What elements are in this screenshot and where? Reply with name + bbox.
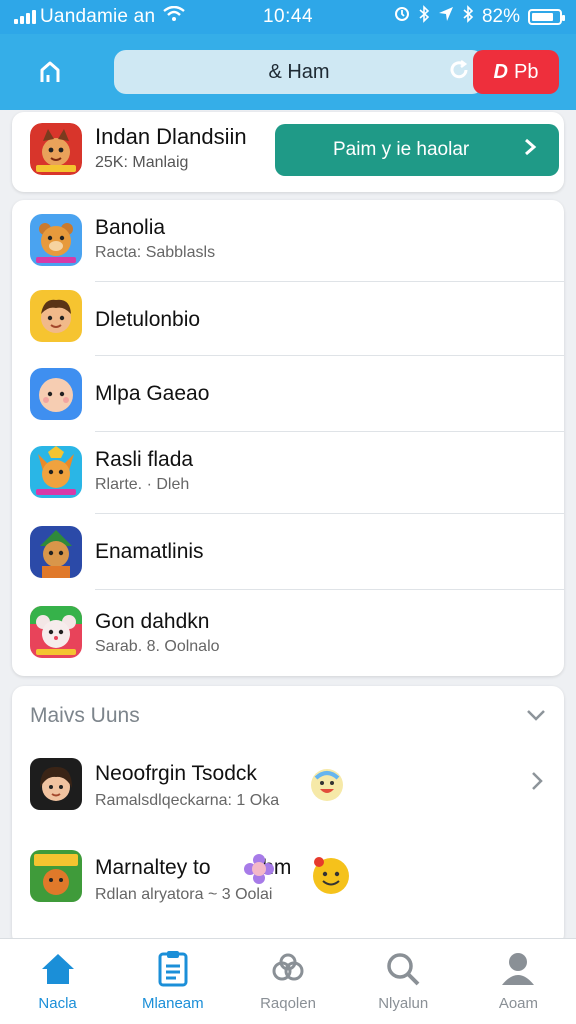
- cta-label: Paim y ie haolar: [333, 139, 470, 160]
- section-card: Maivs Uuns Neoofrgin Tsodck Ramalsdlqeck…: [12, 686, 564, 946]
- battery-percent: 82%: [481, 6, 520, 27]
- item-title-main: Marnaltey to: [95, 856, 211, 879]
- game-title: Gon dahdkn: [95, 610, 210, 633]
- warrior-icon: [30, 526, 82, 578]
- red-button-symbol: D: [493, 60, 508, 83]
- chevron-down-icon: [527, 710, 545, 721]
- refresh-button[interactable]: [446, 58, 472, 84]
- nav-search[interactable]: Nlyalun: [346, 939, 461, 1024]
- signal-icon: [14, 10, 36, 24]
- bluetooth-icon: [462, 5, 474, 29]
- clipboard-icon: [158, 951, 188, 987]
- featured-card: Indan Dlandsiin 25K: Manlaig Paim y ie h…: [12, 112, 564, 192]
- game-title: Mlpa Gaeao: [95, 382, 210, 405]
- nav-label: Nacla: [38, 995, 77, 1012]
- bottom-navigation: Nacla Mlaneam Raqolen Nlyalun Aoam: [0, 938, 576, 1024]
- collapse-button[interactable]: [526, 702, 546, 728]
- people-icon: [272, 953, 304, 981]
- red-button-label: Pb: [513, 60, 539, 83]
- game-title: Dletulonbio: [95, 308, 201, 331]
- item-subtitle: Ramalsdlqeckarna: 1 Oka: [95, 792, 280, 809]
- chevron-right-icon: [523, 136, 537, 164]
- nav-label: Mlaneam: [141, 995, 204, 1012]
- smiley-emoji-icon: [313, 857, 349, 894]
- nav-label: Aoam: [498, 995, 538, 1012]
- game-title: Rasli flada: [95, 448, 194, 471]
- red-action-button[interactable]: D Pb: [473, 50, 559, 94]
- list-item[interactable]: Mlpa Gaeao: [12, 356, 564, 432]
- nav-profile[interactable]: Aoam: [461, 939, 576, 1024]
- game-subtitle: Rlarte. · Dleh: [95, 476, 190, 493]
- bluetooth-icon: [418, 5, 430, 29]
- flower-icon: [244, 854, 274, 884]
- list-item[interactable]: Enamatlinis: [12, 514, 564, 590]
- frog-icon: [30, 850, 82, 902]
- featured-cta-button[interactable]: Paim y ie haolar: [275, 124, 559, 176]
- list-item[interactable]: Marnaltey to hm Rdlan alryatora ~ 3 Oola…: [12, 836, 564, 916]
- profile-icon: [502, 953, 535, 985]
- home-outline-icon: [40, 61, 60, 82]
- games-list: Banolia Racta: Sabblasls Dletulonbio Mlp…: [12, 200, 564, 676]
- status-bar: Uandamie an 10:44 82%: [0, 0, 576, 34]
- refresh-icon: [450, 60, 468, 79]
- nav-people[interactable]: Raqolen: [230, 939, 345, 1024]
- list-item[interactable]: Neoofrgin Tsodck Ramalsdlqeckarna: 1 Oka: [12, 748, 564, 828]
- chevron-right-icon[interactable]: [530, 770, 544, 799]
- item-title: Neoofrgin Tsodck: [95, 762, 257, 785]
- list-item[interactable]: Rasli flada Rlarte. · Dleh: [12, 432, 564, 514]
- boy-icon: [30, 290, 82, 342]
- section-title: Maivs Uuns: [30, 704, 140, 727]
- game-subtitle: Racta: Sabblasls: [95, 244, 216, 261]
- game-subtitle: Sarab. 8. Oolnalo: [95, 638, 220, 655]
- mouse-icon: [30, 606, 82, 658]
- game-title: Enamatlinis: [95, 540, 204, 563]
- location-icon: [438, 6, 454, 28]
- home-icon: [41, 954, 74, 984]
- search-text: & Ham: [268, 60, 330, 83]
- list-item[interactable]: Dletulonbio: [12, 282, 564, 356]
- smiley-emoji-icon: [311, 769, 343, 801]
- search-icon: [387, 953, 420, 986]
- fox-icon: [30, 446, 82, 498]
- nav-label: Nlyalun: [378, 995, 429, 1012]
- alarm-icon: [394, 6, 410, 28]
- girl-icon: [30, 758, 82, 810]
- bear-icon: [30, 214, 82, 266]
- featured-title: Indan Dlandsiin: [95, 124, 247, 149]
- featured-app-icon: [30, 123, 82, 175]
- home-button[interactable]: [28, 56, 72, 88]
- nav-clipboard[interactable]: Mlaneam: [115, 939, 230, 1024]
- list-item[interactable]: Gon dahdkn Sarab. 8. Oolnalo: [12, 590, 564, 676]
- search-bar[interactable]: & Ham: [114, 50, 484, 94]
- nav-home[interactable]: Nacla: [0, 939, 115, 1024]
- carrier-name: Uandamie an: [40, 6, 156, 27]
- wifi-icon: [163, 5, 185, 28]
- battery-icon: [528, 9, 565, 25]
- list-item[interactable]: Banolia Racta: Sabblasls: [12, 200, 564, 282]
- game-title: Banolia: [95, 216, 166, 239]
- baby-icon: [30, 368, 82, 420]
- featured-subtitle: 25K: Manlaig: [95, 154, 189, 171]
- nav-label: Raqolen: [260, 995, 316, 1012]
- item-subtitle: Rdlan alryatora ~ 3 Oolai: [95, 886, 273, 903]
- app-bar: & Ham D Pb: [0, 34, 576, 110]
